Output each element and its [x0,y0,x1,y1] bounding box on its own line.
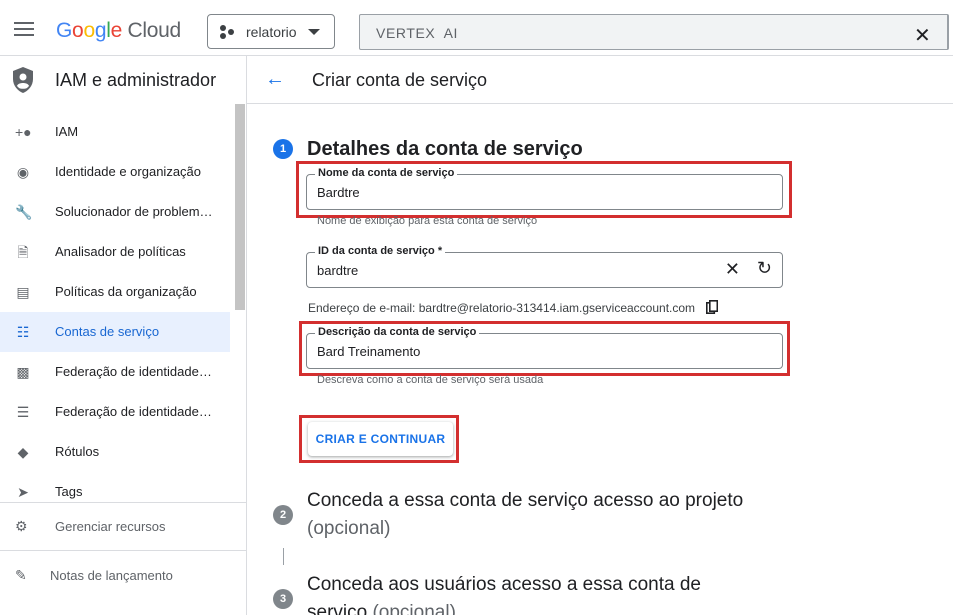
create-and-continue-button[interactable]: CRIAR E CONTINUAR [308,422,453,456]
shield-icon [13,67,33,93]
sidebar: IAM e administrador +● IAM ◉ Identidade … [0,56,247,615]
clear-id-icon[interactable]: ✕ [725,259,740,280]
copy-icon[interactable] [706,300,718,314]
name-field-label: Nome da conta de serviço [315,167,458,179]
sidebar-item-iam[interactable]: +● IAM [0,112,230,152]
sidebar-header: IAM e administrador [0,56,246,104]
description-field-value[interactable]: Bard Treinamento [317,344,420,359]
sidebar-item-service-accounts[interactable]: ☷ Contas de serviço [0,312,230,352]
name-field-value[interactable]: Bardtre [317,185,360,200]
sidebar-item-policy-analyzer[interactable]: 🗎 Analisador de políticas [0,232,230,272]
sidebar-item-label: Solucionador de problem… [55,204,213,219]
step-3-title-line2: serviço [307,602,368,615]
document-search-icon: 🗎 [17,244,29,260]
email-address-text: Endereço de e-mail: bardtre@relatorio-31… [308,301,696,315]
project-name: relatorio [246,24,297,40]
step-2-connector [283,548,284,565]
sidebar-item-org-policies[interactable]: ▤ Políticas da organização [0,272,230,312]
sidebar-item-label: Federação de identidade … [55,364,215,379]
sidebar-item-label: Tags [55,484,83,499]
sidebar-item-label: IAM [55,124,79,139]
sidebar-item-label: Federação de identidade … [55,404,215,419]
sidebar-item-workforce-identity-federation[interactable]: ☰ Federação de identidade … [0,392,230,432]
service-account-icon: ☷ [16,324,30,340]
step-3-number: 3 [273,589,293,609]
notes-icon: ✎ [15,567,27,583]
sidebar-footer-label: Gerenciar recursos [55,519,166,534]
sidebar-item-troubleshooter[interactable]: 🔧 Solucionador de problem… [0,192,230,232]
back-arrow-icon[interactable]: ← [265,68,285,91]
account-circle-icon: ◉ [16,164,30,180]
step-3-title: Conceda aos usuários acesso a essa conta… [307,574,701,595]
sidebar-footer-label: Notas de lançamento [50,568,173,583]
label-icon: ◆ [17,444,29,460]
id-card-icon: ▩ [16,364,30,380]
dropdown-caret-icon [308,29,320,35]
tag-icon: ➤ [17,484,29,500]
project-hierarchy-icon [220,25,234,39]
sidebar-item-label: Identidade e organização [55,164,202,179]
step-3-optional: (opcional) [372,602,456,615]
top-bar: Google Cloud relatorio VERTEX AI ✕ [0,0,953,56]
person-add-icon: +● [15,124,32,140]
gear-box-icon: ⚙ [15,518,28,534]
description-field-label: Descrição da conta de serviço [315,326,480,338]
step-2-number: 2 [273,505,293,525]
sidebar-release-notes[interactable]: ✎ Notas de lançamento [0,555,246,595]
list-doc-icon: ▤ [16,284,30,300]
sidebar-item-workload-identity-federation[interactable]: ▩ Federação de identidade … [0,352,230,392]
service-account-name-field[interactable]: Nome da conta de serviço Bardtre [306,167,783,210]
service-account-id-field[interactable]: ID da conta de serviço * bardtre ✕ ↻ [306,245,783,288]
wrench-icon: 🔧 [15,204,33,220]
id-field-value[interactable]: bardtre [317,263,358,278]
google-cloud-logo[interactable]: Google Cloud [56,19,181,43]
sidebar-item-label: Políticas da organização [55,284,197,299]
sidebar-divider [0,550,246,551]
step-2-title-block[interactable]: Conceda a essa conta de serviço acesso a… [307,487,807,543]
main-content: ← Criar conta de serviço 1 Detalhes da c… [247,56,953,615]
sidebar-title: IAM e administrador [55,70,217,90]
list-icon: ☰ [16,404,30,420]
page-header: ← Criar conta de serviço [247,56,953,104]
sidebar-item-label: Analisador de políticas [55,244,186,259]
sidebar-item-label: Rótulos [55,444,100,459]
description-field-hint: Descreva como a conta de serviço será us… [317,374,544,386]
sidebar-item-label: Contas de serviço [55,324,160,339]
step-1-title: Detalhes da conta de serviço [307,138,583,160]
step-2-optional: (opcional) [307,518,391,539]
step-2-title: Conceda a essa conta de serviço acesso a… [307,490,744,511]
page-title: Criar conta de serviço [312,70,488,90]
sidebar-scrollbar[interactable] [235,104,245,310]
hamburger-menu-icon[interactable] [14,22,34,36]
step-3-title-block[interactable]: Conceda aos usuários acesso a essa conta… [307,571,807,615]
sidebar-item-labels[interactable]: ◆ Rótulos [0,432,230,472]
step-connector-spacer [283,181,284,501]
search-query[interactable]: VERTEX AI [376,25,458,41]
id-field-label: ID da conta de serviço * [315,245,446,257]
sidebar-divider [0,502,246,503]
sidebar-item-identity[interactable]: ◉ Identidade e organização [0,152,230,192]
refresh-id-icon[interactable]: ↻ [757,258,772,279]
step-1-number: 1 [273,139,293,159]
sidebar-manage-resources[interactable]: ⚙ Gerenciar recursos [0,506,246,546]
clear-search-icon[interactable]: ✕ [914,23,931,48]
search-divider [947,15,948,49]
service-account-description-field[interactable]: Descrição da conta de serviço Bard Trein… [306,326,783,369]
project-picker[interactable]: relatorio [207,14,335,49]
search-input[interactable]: VERTEX AI ✕ [359,14,949,50]
name-field-hint: Nome de exibição para esta conta de serv… [317,215,538,227]
